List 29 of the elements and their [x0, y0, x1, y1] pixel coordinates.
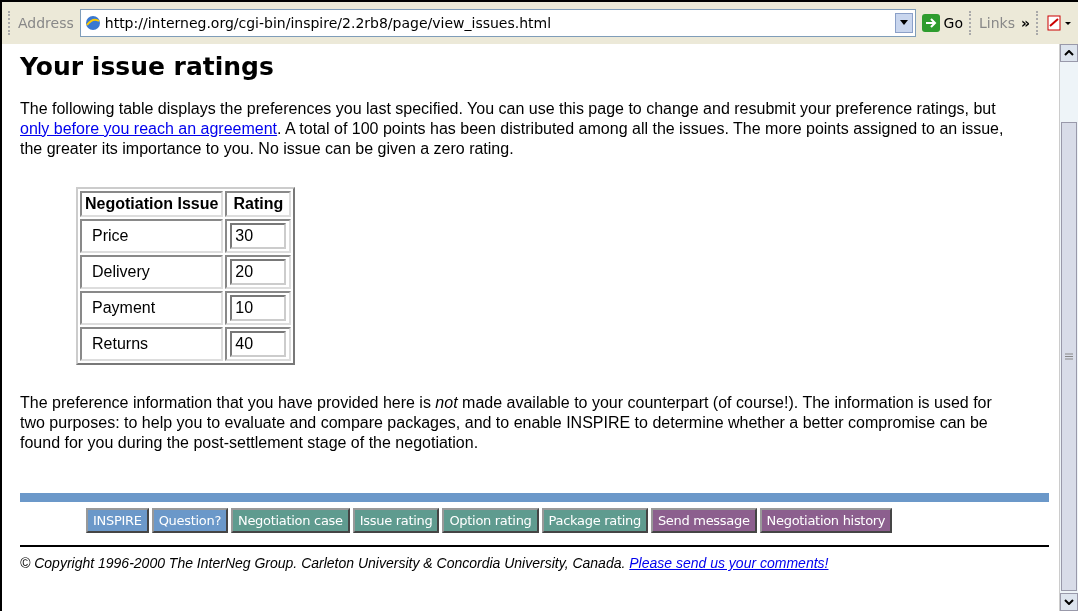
nav-button[interactable]: Negotiation history: [759, 508, 893, 533]
page-heading: Your issue ratings: [20, 52, 275, 81]
scroll-up-button[interactable]: [1060, 44, 1078, 62]
intro-paragraph: The following table displays the preferences you last specified. You can use this page to change and resubmit your preference ratings, but only before you reach an agreement. A total of 100 points has been distributed among all the issues. The more points assigned to an issue, the greater its importance to you. No issue can be given a zero rating.: [20, 99, 1005, 159]
rating-input[interactable]: 10: [230, 295, 287, 321]
page-icon: [84, 15, 101, 31]
nav-button[interactable]: Send message: [650, 508, 757, 533]
rating-input[interactable]: 20: [230, 259, 287, 285]
scroll-down-button[interactable]: [1060, 593, 1078, 611]
issue-cell: Delivery: [80, 255, 224, 289]
issue-cell: Returns: [80, 327, 224, 361]
note-paragraph: The preference information that you have provided here is not made available to your counterpart (of course!). The information is used for two purposes: to help you to evaluate and compare packages, and to enable INSPIRE to determine whether a better compromise can be found for you during the post-settlement stage of the negotiation.: [20, 393, 993, 453]
scrollbar[interactable]: [1059, 44, 1078, 611]
document-icon[interactable]: [1046, 14, 1072, 32]
dropdown-button[interactable]: [894, 13, 913, 33]
go-button[interactable]: Go: [921, 14, 963, 32]
issue-cell: Price: [80, 219, 224, 253]
column-header: Negotiation Issue: [80, 191, 224, 217]
scroll-thumb[interactable]: [1061, 122, 1077, 591]
column-header: Rating: [225, 191, 292, 217]
rating-input[interactable]: 30: [230, 223, 287, 249]
caret-icon: [899, 20, 908, 26]
comments-link[interactable]: Please send us your comments!: [629, 555, 829, 571]
address-label: Address: [18, 15, 74, 31]
issue-cell: Payment: [80, 291, 224, 325]
address-field[interactable]: http://interneg.org/cgi-bin/inspire/2.2rb8/page/view_issues.html: [79, 9, 916, 37]
chevron-button[interactable]: »: [1020, 15, 1030, 31]
copyright-text: © Copyright 1996-2000 The InterNeg Group. Carleton University & Concordia University, Canada.: [20, 555, 627, 571]
rating-input[interactable]: 40: [230, 331, 287, 357]
